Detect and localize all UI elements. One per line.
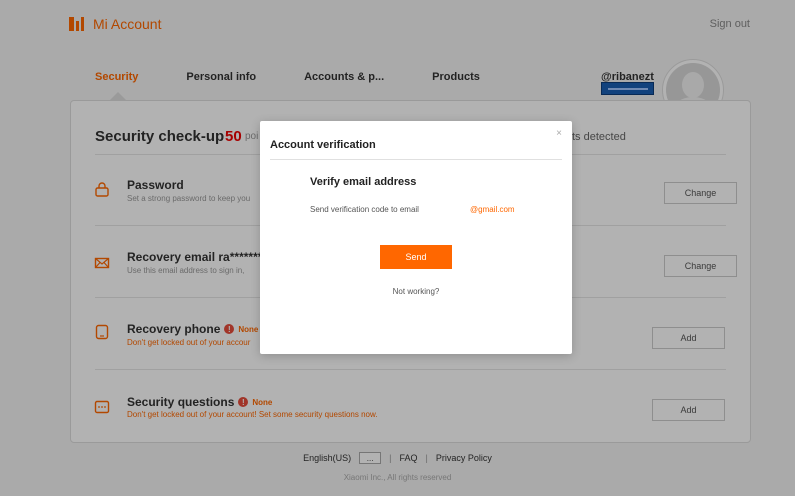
verify-email-address: @gmail.com (470, 205, 515, 214)
verify-heading: Verify email address (310, 176, 417, 188)
dialog-title: Account verification (270, 139, 376, 151)
verify-instructions: Send verification code to email (310, 205, 419, 214)
verification-dialog: Account verification × Verify email addr… (260, 121, 572, 354)
not-working-link[interactable]: Not working? (260, 287, 572, 296)
close-icon[interactable]: × (556, 128, 562, 139)
dialog-divider (270, 159, 562, 160)
send-button[interactable]: Send (380, 245, 452, 269)
